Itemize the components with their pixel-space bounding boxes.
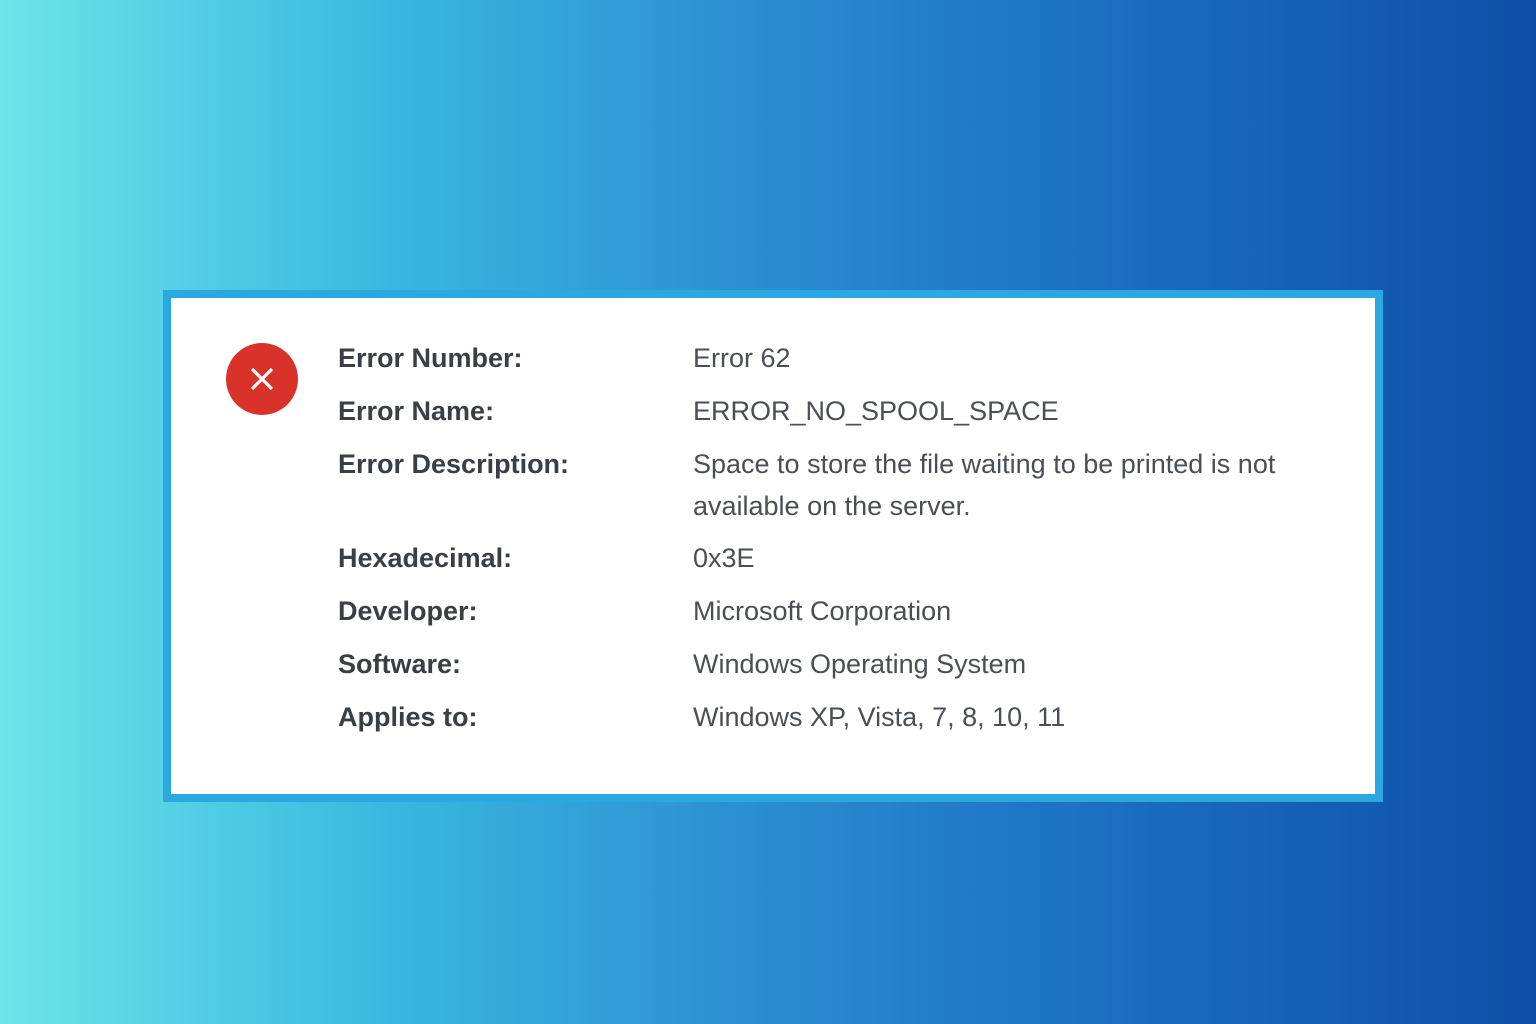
error-card: Error Number: Error 62 Error Name: ERROR… [163, 290, 1383, 802]
row-software: Software: Windows Operating System [338, 644, 1320, 686]
value-hexadecimal: 0x3E [693, 538, 1320, 580]
row-error-description: Error Description: Space to store the fi… [338, 444, 1320, 528]
value-error-description: Space to store the file waiting to be pr… [693, 444, 1320, 528]
label-error-number: Error Number: [338, 338, 693, 380]
value-developer: Microsoft Corporation [693, 591, 1320, 633]
label-hexadecimal: Hexadecimal: [338, 538, 693, 580]
label-applies-to: Applies to: [338, 697, 693, 739]
error-x-icon [226, 343, 298, 415]
row-developer: Developer: Microsoft Corporation [338, 591, 1320, 633]
row-error-name: Error Name: ERROR_NO_SPOOL_SPACE [338, 391, 1320, 433]
label-software: Software: [338, 644, 693, 686]
row-hexadecimal: Hexadecimal: 0x3E [338, 538, 1320, 580]
label-error-description: Error Description: [338, 444, 693, 486]
error-card-wrapper: Error Number: Error 62 Error Name: ERROR… [163, 290, 1383, 802]
label-error-name: Error Name: [338, 391, 693, 433]
value-software: Windows Operating System [693, 644, 1320, 686]
row-error-number: Error Number: Error 62 [338, 338, 1320, 380]
icon-column [226, 338, 298, 415]
value-applies-to: Windows XP, Vista, 7, 8, 10, 11 [693, 697, 1320, 739]
error-details-table: Error Number: Error 62 Error Name: ERROR… [338, 338, 1320, 739]
value-error-name: ERROR_NO_SPOOL_SPACE [693, 391, 1320, 433]
row-applies-to: Applies to: Windows XP, Vista, 7, 8, 10,… [338, 697, 1320, 739]
label-developer: Developer: [338, 591, 693, 633]
value-error-number: Error 62 [693, 338, 1320, 380]
